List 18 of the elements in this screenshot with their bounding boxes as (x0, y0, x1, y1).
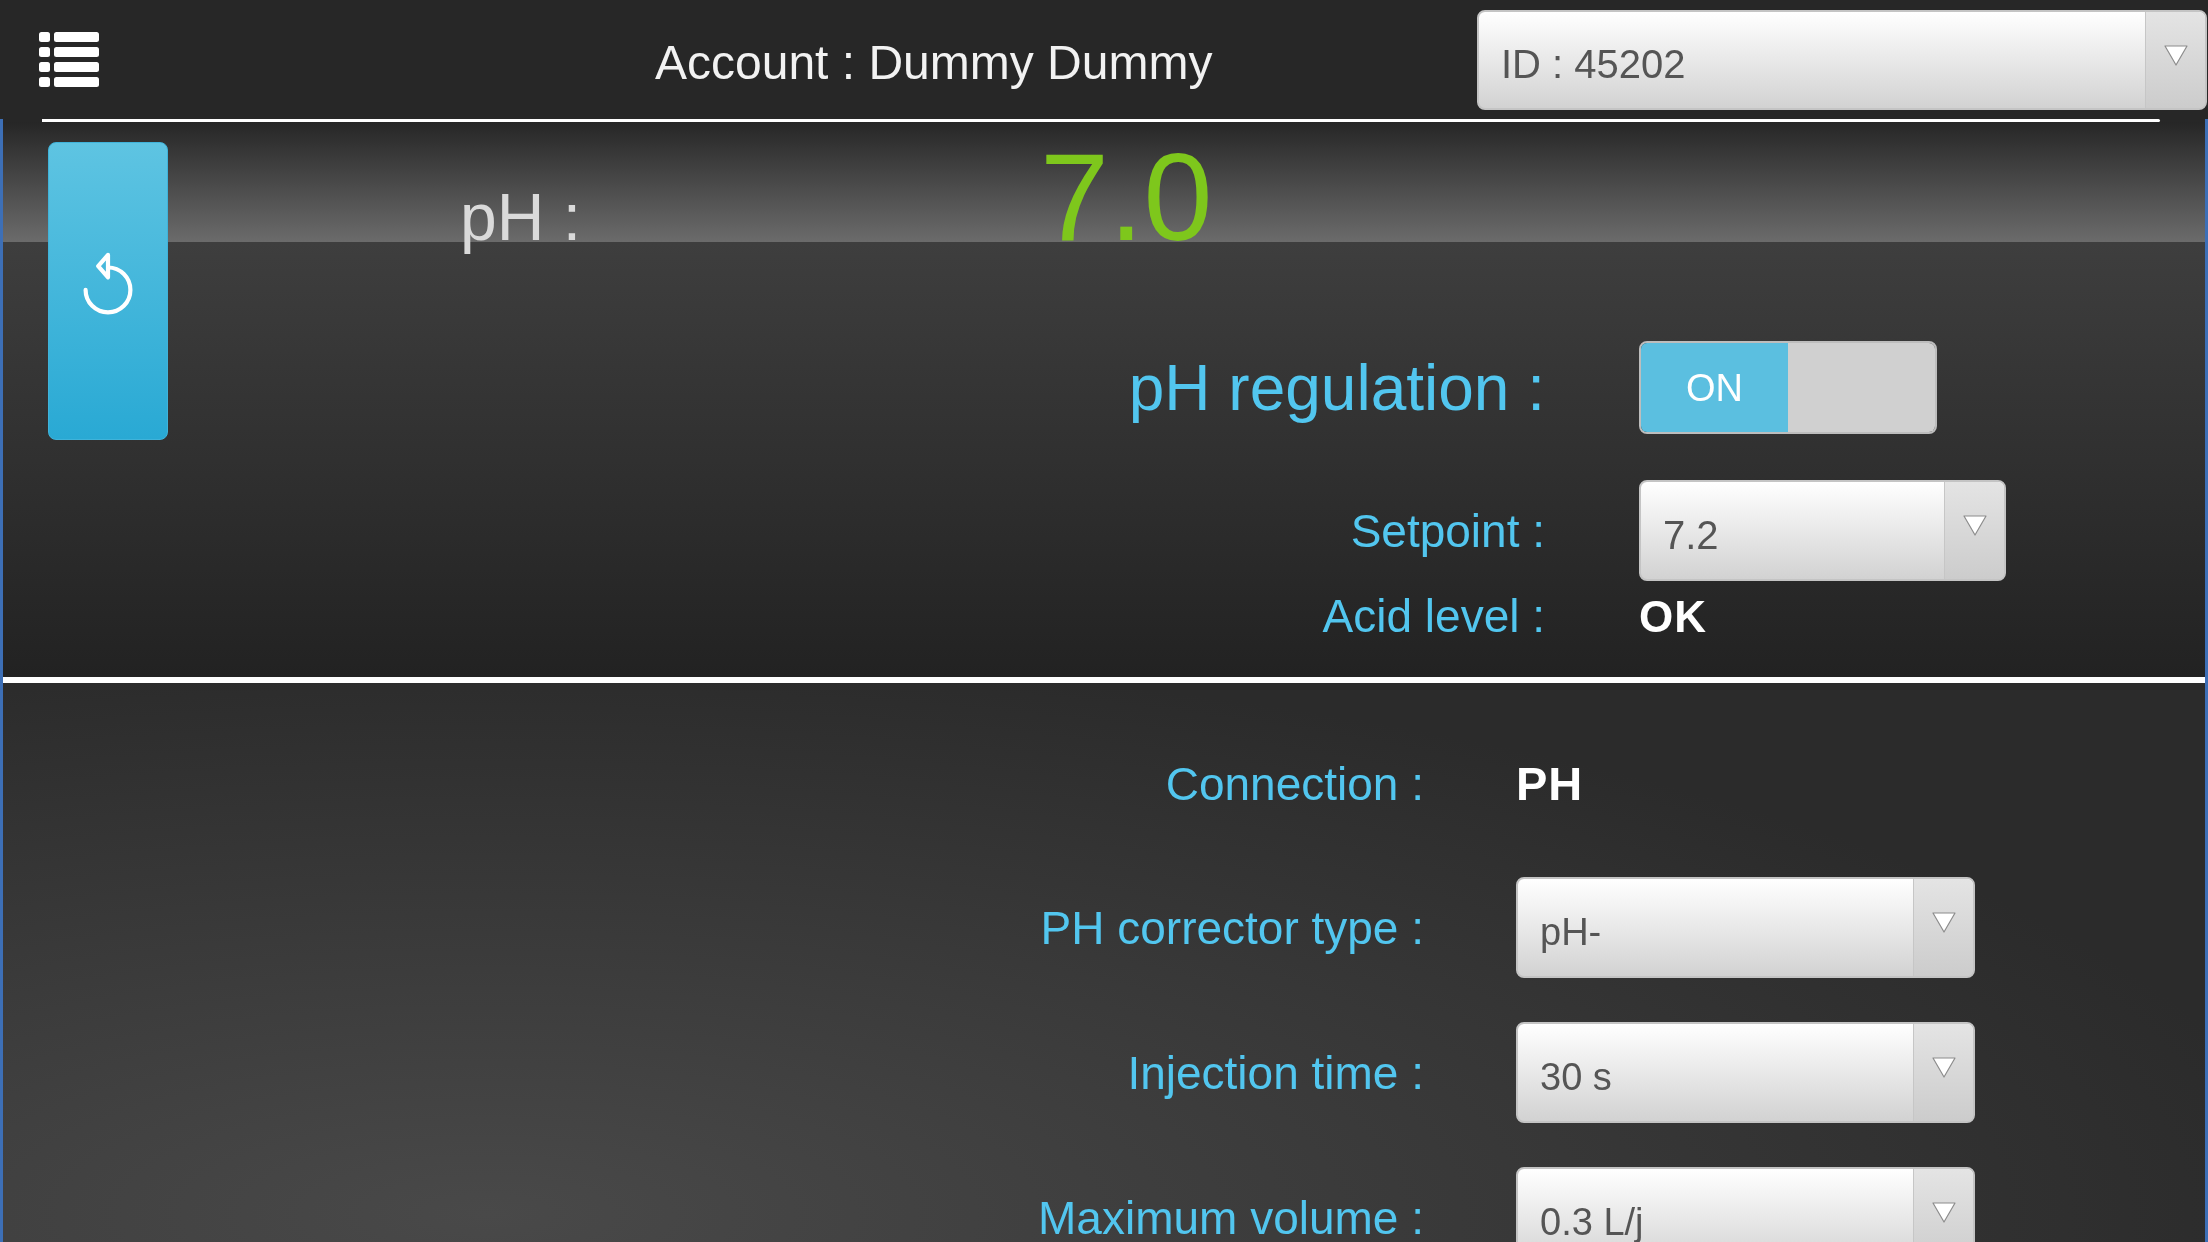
setting-value: OK (1639, 595, 1707, 639)
account-title: Account : Dummy Dummy (655, 39, 1213, 87)
dropdown[interactable]: pH- (1516, 877, 1975, 978)
dropdown[interactable]: ID : 45202 (1477, 10, 2207, 110)
ph-value: 7.0 (1040, 135, 1213, 259)
caret-icon (2163, 45, 2188, 66)
dropdown[interactable]: 7.2 (1639, 480, 2006, 581)
caret-icon (1931, 1057, 1956, 1078)
caret-icon (1931, 1202, 1956, 1223)
setting-label: Maximum volume : (1038, 1194, 1424, 1241)
dropdown[interactable]: 30 s (1516, 1022, 1975, 1123)
caret-icon (1962, 515, 1987, 536)
dropdown[interactable]: 0.3 L/j (1516, 1167, 1975, 1242)
setting-label: Connection : (1165, 761, 1424, 807)
setting-value: PH (1516, 760, 1584, 807)
caret-icon (1931, 912, 1956, 933)
setting-label: Acid level : (1322, 593, 1545, 639)
menu-icon[interactable] (39, 32, 99, 87)
